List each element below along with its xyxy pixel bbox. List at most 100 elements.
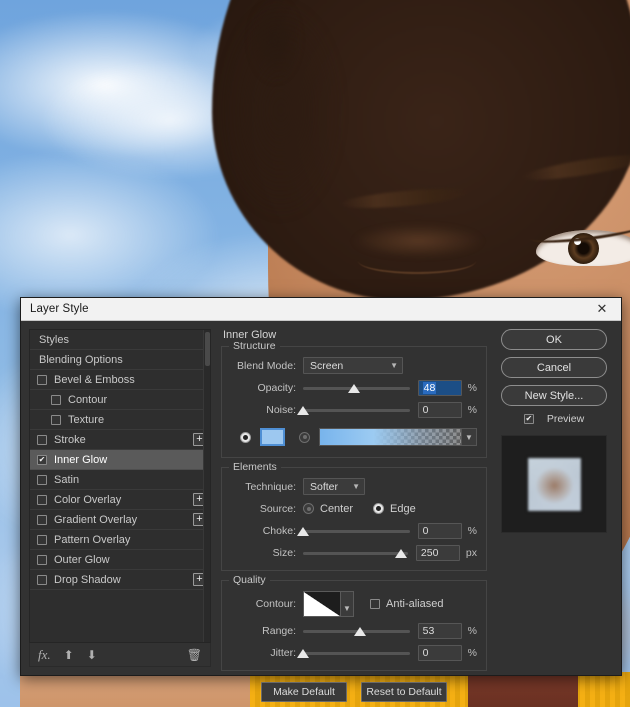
noise-slider[interactable] [297,403,410,417]
contour-label: Contour: [255,598,296,610]
styles-list-scrollbar[interactable] [203,330,210,642]
jitter-slider-knob[interactable] [297,648,309,658]
range-row: Range: 53 % [231,621,477,640]
checkbox-icon[interactable] [37,474,47,485]
jitter-input[interactable]: 0 [417,644,462,661]
checkbox-icon [523,414,534,424]
dialog-actions: OK Cancel New Style... Preview [495,329,613,667]
source-edge-label: Edge [390,502,416,515]
technique-select[interactable]: Softer ▼ [303,478,365,495]
source-center-radio[interactable] [303,503,314,514]
opacity-slider-knob[interactable] [348,383,361,393]
choke-value: 0 [422,524,429,537]
source-center-label: Center [320,502,354,515]
checkbox-icon[interactable] [51,414,61,425]
source-edge-radio[interactable] [373,503,385,514]
close-icon[interactable]: ✕ [583,298,621,320]
choke-slider[interactable] [297,524,410,538]
noise-input[interactable]: 0 [417,401,462,418]
ok-button[interactable]: OK [501,329,607,350]
checkbox-icon[interactable] [37,374,47,385]
noise-row: Noise: 0 % [231,400,477,419]
style-list-item-inner-glow[interactable]: Inner Glow [30,450,210,470]
opacity-value: 48 [422,381,437,394]
glow-color-swatch[interactable] [260,428,285,446]
technique-label: Technique: [245,480,296,493]
size-slider[interactable] [303,546,408,560]
checkbox-icon[interactable] [37,514,47,525]
checkbox-icon[interactable] [37,554,47,565]
style-list-item-styles[interactable]: Styles [30,330,210,350]
range-value: 53 [422,624,435,637]
choke-slider-knob[interactable] [297,526,309,536]
checkbox-icon[interactable] [51,394,61,405]
style-list-item-texture[interactable]: Texture [30,410,210,430]
range-slider[interactable] [303,624,410,638]
opacity-slider[interactable] [303,381,410,395]
contour-preview[interactable] [303,591,341,617]
trash-icon[interactable]: 🗑 [187,648,202,662]
size-row: Size: 250 px [231,543,477,562]
range-input[interactable]: 53 [417,622,462,639]
dialog-titlebar: Layer Style ✕ [21,298,621,321]
blend-mode-label: Blend Mode: [237,359,296,372]
chevron-down-icon[interactable]: ▼ [341,591,354,617]
chevron-down-icon[interactable]: ▼ [462,428,477,446]
cancel-button[interactable]: Cancel [501,357,607,378]
styles-panel: Styles Blending Options Bevel & Emboss Cont… [29,329,211,667]
style-list-item-label: Drop Shadow [54,573,121,586]
style-list-item-label: Blending Options [39,353,123,366]
checkbox-icon[interactable] [37,574,47,585]
checkbox-icon[interactable] [37,534,47,545]
style-list-item-gradient-overlay[interactable]: Gradient Overlay + [30,510,210,530]
fx-icon[interactable]: fx. [38,647,51,663]
opacity-input[interactable]: 48 [417,379,462,396]
technique-value: Softer [310,480,339,493]
styles-list[interactable]: Styles Blending Options Bevel & Emboss Cont… [29,329,211,643]
style-list-item-satin[interactable]: Satin [30,470,210,490]
style-list-item-color-overlay[interactable]: Color Overlay + [30,490,210,510]
dialog-body: Styles Blending Options Bevel & Emboss Cont… [21,321,621,702]
source-row: Source: Center Edge [231,499,477,518]
noise-slider-knob[interactable] [297,405,309,415]
checkbox-icon[interactable] [37,494,47,505]
preview-checkbox[interactable]: Preview [523,413,584,425]
choke-unit: % [467,524,477,537]
glow-fill-row: ▼ [231,425,477,449]
anti-aliased-checkbox[interactable]: Anti-aliased [370,598,443,610]
elements-legend: Elements [229,461,281,473]
jitter-slider[interactable] [297,646,410,660]
contour-row: Contour: ▼ Anti-aliased [231,590,477,618]
style-list-item-bevel-emboss[interactable]: Bevel & Emboss [30,370,210,390]
style-list-item-drop-shadow[interactable]: Drop Shadow + [30,570,210,590]
checkbox-icon[interactable] [37,454,47,465]
style-list-item-label: Inner Glow [54,453,108,466]
checkbox-icon[interactable] [37,434,47,445]
style-list-item-label: Satin [54,473,80,486]
size-input[interactable]: 250 [415,544,460,561]
fill-color-radio[interactable] [240,431,251,443]
range-slider-knob[interactable] [353,626,366,636]
style-list-item-label: Stroke [54,433,86,446]
technique-row: Technique: Softer ▼ [231,477,477,496]
reset-to-default-button[interactable]: Reset to Default [361,682,447,702]
glow-gradient-preview[interactable] [319,428,462,446]
fill-gradient-radio[interactable] [299,431,310,443]
source-label: Source: [259,502,296,515]
new-style-button[interactable]: New Style... [501,385,607,406]
style-list-item-pattern-overlay[interactable]: Pattern Overlay [30,530,210,550]
blend-mode-select[interactable]: Screen ▼ [303,357,403,374]
style-list-item-outer-glow[interactable]: Outer Glow [30,550,210,570]
make-default-button[interactable]: Make Default [261,682,347,702]
default-buttons: Make Default Reset to Default [221,682,487,702]
arrow-down-icon[interactable]: ⬇ [87,648,97,662]
chevron-down-icon: ▼ [352,482,360,491]
choke-label: Choke: [262,524,296,537]
style-list-item-blending-options[interactable]: Blending Options [30,350,210,370]
style-list-item-contour[interactable]: Contour [30,390,210,410]
size-slider-knob[interactable] [394,548,407,558]
arrow-up-icon[interactable]: ⬆ [64,648,74,662]
jitter-slider-track [303,651,410,655]
style-list-item-stroke[interactable]: Stroke + [30,430,210,450]
choke-input[interactable]: 0 [417,522,462,539]
